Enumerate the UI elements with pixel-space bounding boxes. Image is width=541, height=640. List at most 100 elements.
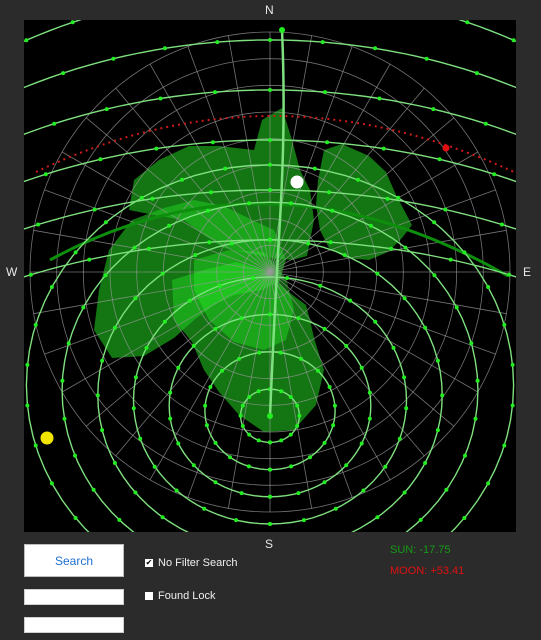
track-point [133,375,138,380]
no-filter-search-label: No Filter Search [158,557,238,569]
track-point [62,416,67,421]
checkbox-empty-icon[interactable] [145,592,153,600]
track-point [131,406,136,411]
track-point [332,403,337,408]
track-point [162,46,167,51]
track-point [268,467,272,472]
input-field-1[interactable] [24,589,124,605]
track-point [327,385,332,389]
search-button[interactable]: Search [24,544,124,577]
track-point [112,325,117,330]
track-point [61,71,66,76]
track-point [238,413,243,418]
track-point [502,322,507,327]
track-point [402,490,407,495]
track-point [229,241,234,246]
track-point [424,56,429,61]
track-point [103,273,108,278]
track-point [60,378,65,383]
track-point [278,350,283,355]
track-point [191,463,196,468]
track-point [193,253,198,257]
track-point [403,245,408,250]
track-point [279,389,284,394]
sun-elevation-readout: SUN: -17.75 [390,544,451,556]
track-point [268,522,272,526]
track-point [462,516,467,520]
track-point [474,71,479,76]
track-point [402,296,407,301]
track-point [256,438,261,443]
track-point [330,208,335,213]
track-point [132,245,137,250]
track-point [299,356,303,361]
track-point [502,443,507,448]
track-point [320,40,325,45]
track-point [247,395,252,399]
track-point [328,240,333,245]
track-point [440,393,445,398]
track-point [25,403,30,408]
sky-plot[interactable] [24,20,516,532]
track-point [28,272,33,277]
moon-marker[interactable] [290,175,304,189]
track-point [268,440,272,445]
track-point [217,283,222,288]
track-point [215,40,220,45]
track-point [296,491,301,496]
track-point [510,403,515,408]
track-point [73,516,78,520]
track-point [268,88,272,92]
track-point [234,518,239,523]
no-filter-search-checkbox[interactable]: ✔ No Filter Search [145,557,237,569]
track-point [256,389,261,394]
track-point [432,273,437,278]
track-point [402,375,407,380]
track-point [344,343,349,348]
track-point [247,432,252,437]
track-point [325,140,330,145]
track-point [160,271,165,276]
track-point [213,480,218,485]
track-point [396,195,401,200]
track-point [144,345,149,350]
track-point [24,38,29,43]
track-point [33,443,38,448]
track-point [167,223,172,228]
track-point [111,56,116,61]
meridian-track-start [279,27,285,33]
input-field-2[interactable] [24,617,124,633]
track-point [150,196,155,201]
track-point [418,517,423,522]
track-point [268,312,272,317]
track-point [462,250,467,255]
track-point [213,90,217,95]
track-point [52,121,57,126]
track-point [139,195,144,200]
track-point [174,488,179,493]
track-point [492,172,497,177]
compass-north-label: N [265,3,274,17]
track-point [176,441,181,446]
track-point [486,285,491,289]
track-point [322,480,327,485]
track-point [213,440,218,445]
track-point [208,385,213,389]
compass-west-label: W [6,265,18,279]
track-point [389,246,394,251]
track-point [507,272,512,277]
track-point [463,453,467,458]
track-point [228,455,232,460]
track-point [268,138,272,142]
track-point [25,362,30,367]
track-point [43,172,48,177]
track-point [180,177,184,182]
track-point [288,432,293,437]
track-point [162,319,167,324]
track-point [381,146,386,151]
found-lock-checkbox[interactable]: Found Lock [145,590,215,602]
checkbox-checked-icon[interactable]: ✔ [145,559,153,567]
sun-marker[interactable] [40,431,54,445]
track-point [168,416,173,421]
track-point [202,506,207,511]
